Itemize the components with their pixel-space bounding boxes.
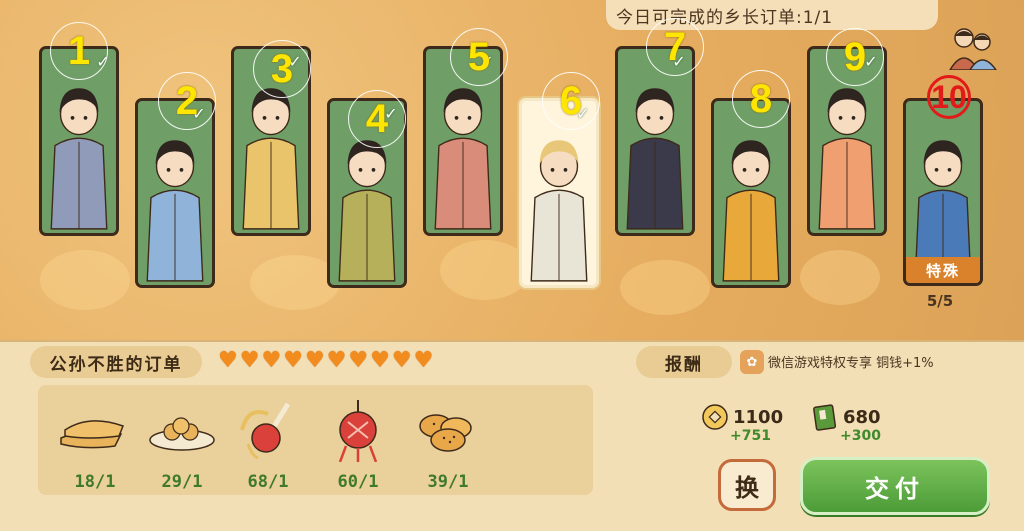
sesame-cakes-icon [419,414,472,452]
card-number-annotation: 7 [646,18,704,76]
wechat-icon: ✿ [740,350,764,374]
background-coin-decoration [440,240,530,300]
card-number-annotation: 1 [50,22,108,80]
heart-icon: ♥ [218,348,238,373]
item-quantity: 18/1 [74,472,116,492]
character-portrait [626,88,684,230]
card-number-annotation: 3 [253,40,311,98]
family-icon[interactable] [944,24,1002,70]
heart-icon: ♥ [304,348,325,373]
item-quantity: 29/1 [161,472,203,492]
order-item-red-pouch[interactable]: 68/1 [228,400,308,505]
background-coin-decoration [620,260,710,315]
heart-icon: ♥ [348,348,369,373]
card-number-annotation: 10 [920,68,978,126]
flatbread-icon [60,420,124,449]
special-count: 5/5 [926,292,954,310]
order-item-flatbread[interactable]: 18/1 [55,400,135,505]
heart-icon: ♥ [239,348,260,373]
heart-icon: ♥ [370,348,390,373]
character-portrait [914,140,972,280]
heart-icon: ♥ [283,348,303,373]
background-coin-decoration [40,250,130,310]
reward-label: 报酬 [636,346,732,378]
heart-icon: ♥ [413,348,434,373]
item-quantity: 60/1 [337,472,379,492]
order-item-dumplings[interactable]: 29/1 [142,400,222,505]
books-bonus: +300 [840,428,881,444]
item-quantity: 68/1 [247,472,289,492]
books-value: 680 [843,406,881,428]
order-item-sesame-cakes[interactable]: 39/1 [408,400,488,505]
item-quantity: 39/1 [427,472,469,492]
heart-icon: ♥ [261,348,282,373]
card-number-annotation: 2 [158,72,216,130]
card-number-annotation: 4 [348,90,406,148]
character-portrait [530,140,588,282]
coins-bonus: +751 [730,428,771,444]
character-card-10[interactable]: 特殊 [903,98,983,286]
card-number-annotation: 9 [826,28,884,86]
red-pouch-icon [240,402,291,460]
coins-value: 1100 [733,406,784,428]
heart-icon: ♥ [391,348,412,373]
copper-coin-icon [702,404,728,430]
background-coin-decoration [800,250,880,305]
heart-icon: ♥ [326,348,347,373]
book-icon [813,404,837,431]
card-number-label: 10 [927,75,971,119]
order-item-knot-ornament[interactable]: 60/1 [318,400,398,505]
special-tag: 特殊 [906,257,980,283]
character-portrait [722,140,780,282]
wechat-bonus-text: 微信游戏特权专享 铜钱+1% [768,356,934,371]
knot-ornament-icon [338,400,378,463]
customer-order-label: 公孙不胜的订单 [30,346,202,378]
deliver-button[interactable]: 交付 [800,457,990,515]
affection-hearts: ♥ ♥ ♥ ♥ ♥ ♥ ♥ ♥ ♥ ♥ [218,349,433,373]
card-number-annotation: 8 [732,70,790,128]
card-number-annotation: 6 [542,72,600,130]
swap-button[interactable]: 换 [718,459,776,511]
card-number-annotation: 5 [450,28,508,86]
dumplings-plate-icon [149,417,215,451]
character-portrait [146,140,204,282]
